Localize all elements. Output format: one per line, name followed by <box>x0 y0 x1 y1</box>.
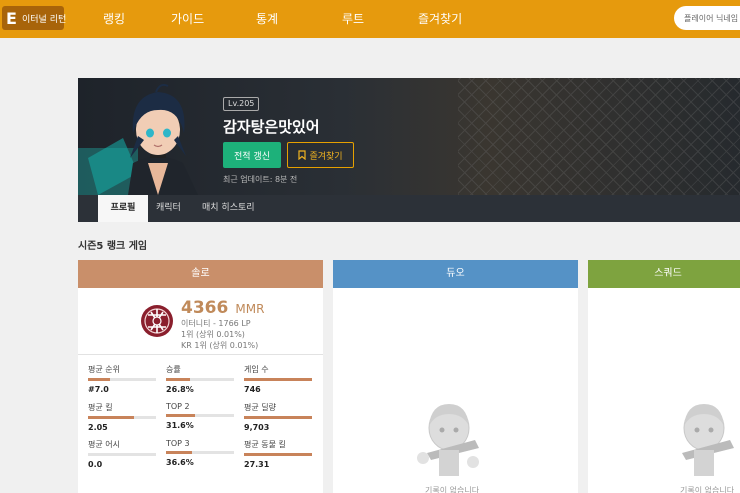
logo-mark: E <box>6 8 17 28</box>
card-divider <box>78 354 323 355</box>
duo-empty-text: 기록이 없습니다 <box>425 486 480 493</box>
banner-background <box>458 78 740 195</box>
tab-profile[interactable]: 프로필 <box>98 195 148 222</box>
stat-label: 평균 딜량 <box>244 403 276 412</box>
kr-rank: KR 1위 (상위 0.01%) <box>181 341 259 350</box>
stat-bar <box>244 453 312 456</box>
stat-value: 31.6% <box>166 421 194 430</box>
stat-bar-fill <box>244 416 312 419</box>
eternity-tier-icon <box>141 305 173 337</box>
stat-label: 평균 어시 <box>88 440 120 449</box>
nav-item-route[interactable]: 루트 <box>342 10 364 27</box>
nav-item-favorites[interactable]: 즐겨찾기 <box>418 10 462 27</box>
favorite-button[interactable]: 즐겨찾기 <box>287 142 354 168</box>
nav-item-guide[interactable]: 가이드 <box>171 10 204 27</box>
tier-lp: 이터니티 - 1766 LP <box>181 319 251 328</box>
nav-item-stats[interactable]: 통계 <box>256 10 278 27</box>
empty-character-illustration <box>417 404 479 476</box>
mmr-display: 4366 MMR <box>181 298 264 318</box>
stat-bar <box>166 451 234 454</box>
favorite-button-label: 즐겨찾기 <box>309 151 343 162</box>
stat-item: 평균 어시 0.0 <box>88 439 156 469</box>
stat-value: 2.05 <box>88 423 108 432</box>
stat-item: TOP 3 36.6% <box>166 439 234 467</box>
stat-bar <box>244 416 312 419</box>
stat-label: TOP 2 <box>166 402 190 411</box>
stat-bar-fill <box>244 453 312 456</box>
duo-card-header: 듀오 <box>333 260 578 288</box>
solo-card-header: 솔로 <box>78 260 323 288</box>
stat-bar <box>244 378 312 381</box>
refresh-button[interactable]: 전적 갱신 <box>223 142 281 168</box>
stat-bar <box>88 378 156 381</box>
stat-item: 평균 동물 킬 27.31 <box>244 439 312 469</box>
mmr-unit: MMR <box>235 302 265 316</box>
logo-text: 이터널 리턴 <box>22 14 67 25</box>
stat-item: TOP 2 31.6% <box>166 402 234 430</box>
stat-value: 26.8% <box>166 385 194 394</box>
stat-label: 평균 순위 <box>88 365 120 374</box>
stat-item: 승률 26.8% <box>166 364 234 394</box>
stat-value: 0.0 <box>88 460 103 469</box>
squad-empty-text: 기록이 없습니다 <box>680 486 735 493</box>
last-updated: 최근 업데이트: 8분 전 <box>223 175 298 184</box>
character-avatar <box>78 83 198 195</box>
profile-tabs: 프로필 캐릭터 매치 히스토리 <box>78 195 740 222</box>
stat-bar <box>166 414 234 417</box>
stat-label: 평균 동물 킬 <box>244 440 286 449</box>
stat-bar-fill <box>244 378 312 381</box>
stat-bar-fill <box>88 416 135 419</box>
bookmark-icon <box>298 150 307 160</box>
top-nav: E 이터널 리턴 랭킹 가이드 통계 루트 즐겨찾기 플레이어 닉네임 <box>0 0 740 38</box>
player-nickname: 감자탕은맛있어 <box>223 118 320 136</box>
profile-banner: Lv.205 감자탕은맛있어 전적 갱신 즐겨찾기 최근 업데이트: 8분 전 <box>78 78 740 195</box>
stat-bar-fill <box>166 378 190 381</box>
solo-rank-card: 솔로 4366 MMR 이터니티 - 1766 LP 1위 (상위 0.01%)… <box>78 260 323 493</box>
site-logo[interactable]: E 이터널 리턴 <box>2 6 67 30</box>
empty-character-illustration <box>682 404 734 476</box>
stat-value: 746 <box>244 385 261 394</box>
stat-label: 게임 수 <box>244 365 269 374</box>
stat-item: 평균 킬 2.05 <box>88 402 156 432</box>
stat-value: #7.0 <box>88 385 109 394</box>
squad-rank-card: 스쿼드 기록이 없습니다 <box>588 260 740 493</box>
stat-bar <box>166 378 234 381</box>
stat-bar <box>88 416 156 419</box>
stat-item: 게임 수 746 <box>244 364 312 394</box>
search-input[interactable]: 플레이어 닉네임 <box>674 6 740 30</box>
tab-characters[interactable]: 캐릭터 <box>151 195 186 222</box>
level-badge: Lv.205 <box>223 97 260 111</box>
mmr-value: 4366 <box>181 298 229 318</box>
stat-value: 9,703 <box>244 423 270 432</box>
stat-item: 평균 딜량 9,703 <box>244 402 312 432</box>
squad-card-header: 스쿼드 <box>588 260 740 288</box>
stat-bar <box>88 453 156 456</box>
stat-value: 36.6% <box>166 458 194 467</box>
stat-bar-fill <box>166 451 192 454</box>
season-title: 시즌5 랭크 게임 <box>78 241 148 252</box>
stat-label: 승률 <box>166 365 181 374</box>
stat-bar-fill <box>166 414 195 417</box>
nav-item-ranking[interactable]: 랭킹 <box>103 10 125 27</box>
stat-bar-fill <box>88 378 111 381</box>
stat-label: TOP 3 <box>166 439 190 448</box>
stat-value: 27.31 <box>244 460 270 469</box>
duo-rank-card: 듀오 기록이 없습니다 <box>333 260 578 493</box>
tab-match-history[interactable]: 매치 히스토리 <box>197 195 260 222</box>
stat-item: 평균 순위 #7.0 <box>88 364 156 394</box>
global-rank: 1위 (상위 0.01%) <box>181 330 245 339</box>
stat-label: 평균 킬 <box>88 403 113 412</box>
